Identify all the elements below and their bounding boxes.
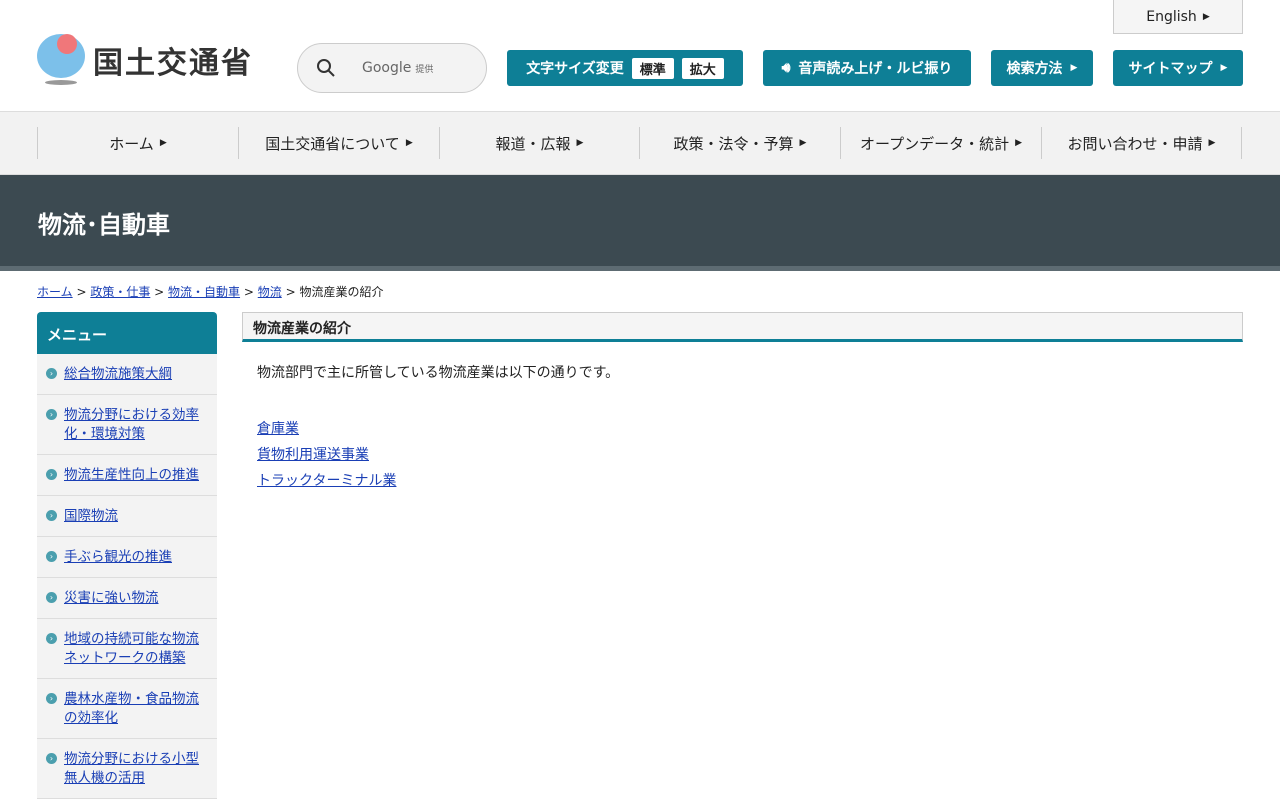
- font-size-control: 文字サイズ変更 標準 拡大: [507, 50, 743, 86]
- mlit-logo[interactable]: 国土交通省: [37, 34, 253, 86]
- sidebar-item: › 農林水産物・食品物流の効率化: [37, 679, 217, 739]
- global-nav: ホーム ▶ 国土交通省について ▶ 報道・広報 ▶ 政策・法令・予算 ▶ オープンデータ…: [0, 112, 1280, 175]
- speech-label: 音声読み上げ・ルビ振り: [798, 61, 953, 77]
- breadcrumb-link[interactable]: ホーム: [37, 285, 73, 299]
- sidebar-title: メニュー: [37, 312, 217, 354]
- triangle-right-icon: ▶: [159, 138, 167, 148]
- search-method-button[interactable]: 検索方法 ▶: [991, 50, 1093, 86]
- sitemap-button[interactable]: サイトマップ ▶: [1113, 50, 1243, 86]
- sitemap-label: サイトマップ: [1128, 61, 1213, 77]
- sidebar-link[interactable]: 物流分野における小型無人機の活用: [64, 751, 199, 786]
- speech-button[interactable]: 🔊︎ 音声読み上げ・ルビ振り: [763, 50, 971, 86]
- sidebar-item: › 手ぶら観光の推進: [37, 537, 217, 578]
- search-method-label: 検索方法: [1006, 61, 1063, 77]
- triangle-right-icon: ▶: [1220, 63, 1228, 73]
- chevron-right-icon: ›: [46, 753, 57, 764]
- sidebar-item: › 地域の持続可能な物流ネットワークの構築: [37, 619, 217, 679]
- speaker-icon: 🔊︎: [781, 60, 791, 76]
- header: 国土交通省 Google 提供 English ▶ 文字サイズ変更 標準 拡大 🔊︎…: [0, 0, 1280, 112]
- main-content: 物流産業の紹介 物流部門で主に所管している物流産業は以下の通りです。 倉庫業 貨…: [242, 312, 1243, 494]
- chevron-right-icon: ›: [46, 551, 57, 562]
- breadcrumb: ホーム > 政策・仕事 > 物流・自動車 > 物流 > 物流産業の紹介: [37, 285, 384, 299]
- chevron-right-icon: ›: [46, 633, 57, 644]
- sidebar-link[interactable]: 農林水産物・食品物流の効率化: [64, 691, 199, 726]
- breadcrumb-link[interactable]: 物流: [258, 285, 282, 299]
- english-link[interactable]: English ▶: [1113, 0, 1243, 34]
- sidebar-link[interactable]: 地域の持続可能な物流ネットワークの構築: [64, 631, 199, 666]
- sidebar-link[interactable]: 総合物流施策大綱: [64, 366, 172, 382]
- sidebar-item: › 総合物流施策大綱: [37, 354, 217, 395]
- nav-policy[interactable]: 政策・法令・予算 ▶: [639, 127, 840, 159]
- sidebar-item: › 国際物流: [37, 496, 217, 537]
- font-size-label: 文字サイズ変更: [526, 61, 624, 77]
- logo-text: 国土交通省: [93, 46, 253, 81]
- triangle-right-icon: ▶: [799, 138, 807, 148]
- logo-mark-icon: [37, 34, 85, 86]
- chevron-right-icon: ›: [46, 469, 57, 480]
- sidebar-link[interactable]: 災害に強い物流: [64, 590, 159, 606]
- category-title: 物流･自動車: [38, 211, 170, 239]
- nav-about[interactable]: 国土交通省について ▶: [238, 127, 439, 159]
- truck-terminal-link[interactable]: トラックターミナル業: [257, 473, 396, 489]
- triangle-right-icon: ▶: [1015, 138, 1023, 148]
- font-standard-button[interactable]: 標準: [631, 57, 674, 79]
- sidebar-link[interactable]: 物流分野における効率化・環境対策: [64, 407, 199, 442]
- warehouse-link[interactable]: 倉庫業: [257, 421, 299, 437]
- sidebar-item: › 物流分野における効率化・環境対策: [37, 395, 217, 455]
- chevron-right-icon: ›: [46, 409, 57, 420]
- sidebar-menu: メニュー › 総合物流施策大綱 › 物流分野における効率化・環境対策 › 物流生産性向…: [37, 312, 217, 799]
- triangle-right-icon: ▶: [1070, 63, 1078, 73]
- breadcrumb-link[interactable]: 物流・自動車: [168, 285, 240, 299]
- breadcrumb-current: 物流産業の紹介: [299, 285, 384, 299]
- nav-label: 政策・法令・予算: [673, 134, 794, 153]
- sidebar-link[interactable]: 手ぶら観光の推進: [64, 549, 172, 565]
- search-icon: [317, 59, 335, 77]
- triangle-right-icon: ▶: [576, 138, 584, 148]
- nav-home[interactable]: ホーム ▶: [37, 127, 238, 159]
- sidebar-link[interactable]: 物流生産性向上の推進: [64, 467, 199, 483]
- sidebar-item: › 災害に強い物流: [37, 578, 217, 619]
- search-input[interactable]: Google 提供: [297, 43, 487, 93]
- font-large-button[interactable]: 拡大: [681, 57, 724, 79]
- nav-label: 国土交通省について: [265, 134, 400, 153]
- breadcrumb-link[interactable]: 政策・仕事: [90, 285, 150, 299]
- sidebar-item: › 物流分野における小型無人機の活用: [37, 739, 217, 799]
- nav-contact[interactable]: お問い合わせ・申請 ▶: [1041, 127, 1242, 159]
- chevron-right-icon: ›: [46, 693, 57, 704]
- intro-text: 物流部門で主に所管している物流産業は以下の通りです。: [257, 365, 620, 381]
- triangle-right-icon: ▶: [405, 138, 413, 148]
- category-banner: 物流･自動車: [0, 175, 1280, 271]
- triangle-right-icon: ▶: [1208, 138, 1216, 148]
- nav-label: ホーム: [109, 134, 154, 153]
- chevron-right-icon: ›: [46, 510, 57, 521]
- sidebar-item: › 物流生産性向上の推進: [37, 455, 217, 496]
- sidebar-link[interactable]: 国際物流: [64, 508, 118, 524]
- nav-label: お問い合わせ・申請: [1067, 134, 1203, 153]
- triangle-right-icon: ▶: [1202, 11, 1210, 22]
- nav-press[interactable]: 報道・広報 ▶: [439, 127, 639, 159]
- freight-forwarding-link[interactable]: 貨物利用運送事業: [257, 447, 369, 463]
- chevron-right-icon: ›: [46, 368, 57, 379]
- nav-label: 報道・広報: [495, 134, 571, 153]
- search-brand: Google: [362, 60, 412, 76]
- english-label: English: [1146, 8, 1197, 25]
- search-suffix: 提供: [415, 65, 434, 75]
- chevron-right-icon: ›: [46, 592, 57, 603]
- page-title: 物流産業の紹介: [242, 312, 1243, 342]
- nav-label: オープンデータ・統計: [859, 134, 1010, 153]
- nav-opendata[interactable]: オープンデータ・統計 ▶: [840, 127, 1041, 159]
